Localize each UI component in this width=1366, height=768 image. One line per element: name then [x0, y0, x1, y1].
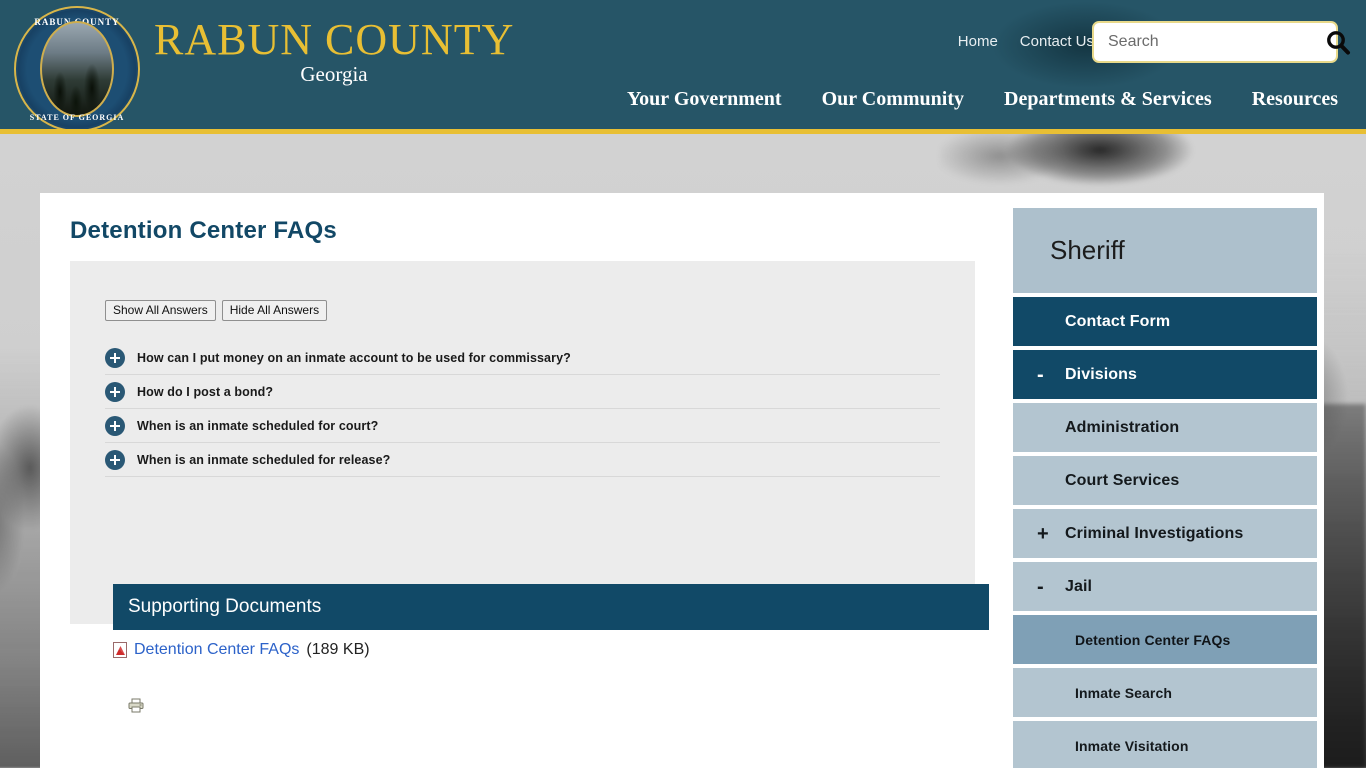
- site-header: RABUN COUNTY STATE OF GEORGIA RABUN COUN…: [0, 0, 1366, 134]
- plus-circle-icon[interactable]: [105, 415, 125, 436]
- utility-nav-item-home[interactable]: Home: [958, 33, 998, 50]
- sidebar-item-administration[interactable]: Administration: [1013, 403, 1317, 452]
- sidebar-item-label: Detention Center FAQs: [1075, 631, 1231, 648]
- plus-icon[interactable]: +: [1037, 524, 1049, 544]
- sidebar-item-inmate-visitation[interactable]: Inmate Visitation: [1013, 721, 1317, 768]
- faq-list: How can I put money on an inmate account…: [105, 341, 940, 477]
- faq-item[interactable]: How can I put money on an inmate account…: [105, 341, 940, 375]
- search-submit-button[interactable]: [1325, 23, 1351, 61]
- faq-item[interactable]: How do I post a bond?: [105, 375, 940, 409]
- faq-panel: Show All Answers Hide All Answers How ca…: [70, 261, 989, 713]
- seal-bottom-text: STATE OF GEORGIA: [29, 113, 125, 122]
- sidebar-item-contact-form[interactable]: Contact Form: [1013, 297, 1317, 346]
- minus-icon[interactable]: -: [1037, 365, 1044, 385]
- faq-question: How do I post a bond?: [137, 384, 274, 399]
- show-all-answers-button[interactable]: Show All Answers: [105, 300, 216, 322]
- faq-question: When is an inmate scheduled for court?: [137, 418, 379, 433]
- sidebar-item-label: Divisions: [1065, 365, 1138, 383]
- site-subtitle: Georgia: [300, 62, 368, 86]
- answer-toggle-buttons: Show All Answers Hide All Answers: [105, 300, 328, 322]
- minus-icon[interactable]: -: [1037, 577, 1044, 597]
- supporting-documents-list: Detention Center FAQs (189 KB): [113, 641, 370, 659]
- sidebar-item-label: Jail: [1065, 577, 1093, 595]
- main-nav-item-your-government[interactable]: Your Government: [627, 88, 782, 111]
- main-nav-item-departments-services[interactable]: Departments & Services: [1004, 88, 1212, 111]
- supporting-document-link[interactable]: Detention Center FAQs: [134, 641, 299, 659]
- sidebar-item-label: Inmate Visitation: [1075, 737, 1189, 754]
- main-nav-item-our-community[interactable]: Our Community: [822, 88, 964, 111]
- faq-question: When is an inmate scheduled for release?: [137, 452, 391, 467]
- sidebar-item-label: Contact Form: [1065, 312, 1171, 330]
- sidebar: Sheriff Contact Form - Divisions Adminis…: [1013, 208, 1317, 768]
- supporting-documents-heading: Supporting Documents: [113, 584, 989, 630]
- page-title: Detention Center FAQs: [70, 217, 337, 244]
- faq-item[interactable]: When is an inmate scheduled for court?: [105, 409, 940, 443]
- site-title: RABUN COUNTY: [154, 15, 515, 64]
- sidebar-item-label: Inmate Search: [1075, 684, 1173, 701]
- seal-landscape-image: [40, 21, 114, 117]
- county-seal-logo[interactable]: RABUN COUNTY STATE OF GEORGIA: [14, 6, 140, 132]
- search-input[interactable]: [1094, 33, 1325, 51]
- utility-nav: Home Contact Us: [958, 33, 1094, 50]
- faq-question: How can I put money on an inmate account…: [137, 350, 571, 365]
- supporting-document-size: (189 KB): [306, 641, 370, 658]
- print-page-button[interactable]: [128, 698, 144, 713]
- header-gold-rule: [0, 129, 1366, 134]
- sidebar-item-divisions[interactable]: - Divisions: [1013, 350, 1317, 399]
- search-box[interactable]: [1092, 21, 1350, 63]
- plus-circle-icon[interactable]: [105, 449, 125, 470]
- printer-icon: [128, 698, 144, 713]
- plus-circle-icon[interactable]: [105, 381, 125, 402]
- sidebar-item-label: Administration: [1065, 418, 1180, 436]
- sidebar-item-label: Court Services: [1065, 471, 1180, 489]
- sidebar-title: Sheriff: [1013, 208, 1317, 293]
- sidebar-item-court-services[interactable]: Court Services: [1013, 456, 1317, 505]
- sidebar-item-inmate-search[interactable]: Inmate Search: [1013, 668, 1317, 717]
- sidebar-item-criminal-investigations[interactable]: + Criminal Investigations: [1013, 509, 1317, 558]
- plus-circle-icon[interactable]: [105, 347, 125, 368]
- pdf-icon: [113, 642, 127, 658]
- search-icon: [1327, 31, 1350, 55]
- utility-nav-item-contact-us[interactable]: Contact Us: [1020, 33, 1094, 50]
- faq-item[interactable]: When is an inmate scheduled for release?: [105, 443, 940, 477]
- hide-all-answers-button[interactable]: Hide All Answers: [221, 300, 328, 322]
- sidebar-item-jail[interactable]: - Jail: [1013, 562, 1317, 611]
- main-nav-item-resources[interactable]: Resources: [1252, 88, 1338, 111]
- sidebar-item-detention-center-faqs[interactable]: Detention Center FAQs: [1013, 615, 1317, 664]
- main-nav: Your Government Our Community Department…: [627, 88, 1338, 111]
